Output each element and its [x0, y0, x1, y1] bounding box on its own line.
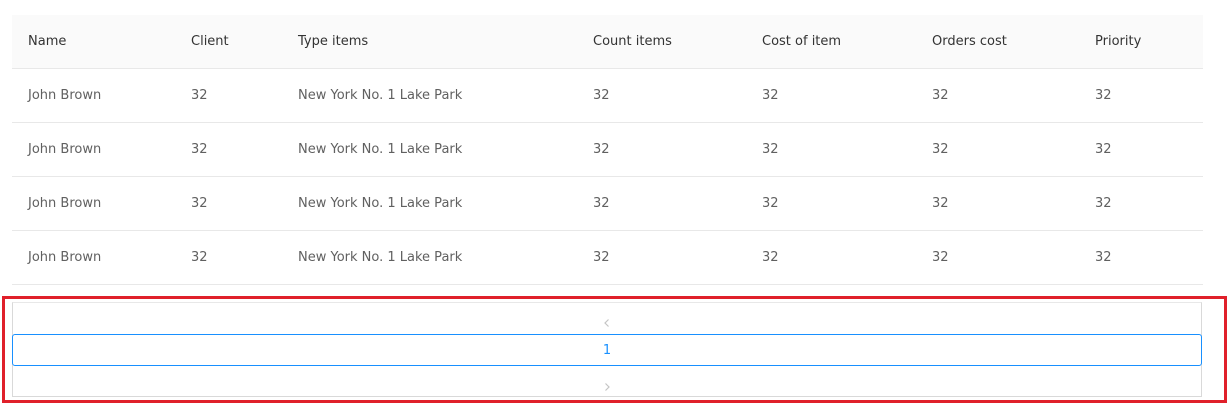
column-header-orders-cost[interactable]: Orders cost	[916, 34, 1079, 49]
column-header-priority[interactable]: Priority	[1079, 34, 1203, 49]
column-header-cost-of-item[interactable]: Cost of item	[746, 34, 916, 49]
column-header-client[interactable]: Client	[175, 34, 282, 49]
column-header-count-items[interactable]: Count items	[577, 34, 746, 49]
chevron-left-icon	[602, 313, 612, 327]
cell-orders-cost: 32	[932, 88, 949, 103]
cell-client: 32	[191, 196, 208, 211]
page-size-select-edge[interactable]	[29, 396, 123, 401]
cell-type-items: New York No. 1 Lake Park	[298, 142, 463, 157]
pagination: 1	[12, 302, 1202, 397]
cell-priority: 32	[1095, 88, 1112, 103]
cell-cost-of-item: 32	[762, 88, 779, 103]
prev-page-button[interactable]	[13, 303, 1201, 333]
cell-priority: 32	[1095, 196, 1112, 211]
cell-count-items: 32	[593, 250, 610, 265]
page-item-current[interactable]: 1	[12, 334, 1202, 366]
chevron-right-icon	[602, 377, 612, 391]
cell-count-items: 32	[593, 142, 610, 157]
orders-table: Name Client Type items Count items Cost …	[12, 15, 1203, 285]
cell-orders-cost: 32	[932, 142, 949, 157]
cell-cost-of-item: 32	[762, 250, 779, 265]
cell-client: 32	[191, 142, 208, 157]
table-row[interactable]: John Brown 32 New York No. 1 Lake Park 3…	[12, 231, 1203, 285]
table-row[interactable]: John Brown 32 New York No. 1 Lake Park 3…	[12, 177, 1203, 231]
cell-name: John Brown	[28, 142, 102, 157]
column-header-type-items[interactable]: Type items	[282, 34, 577, 49]
cell-priority: 32	[1095, 142, 1112, 157]
cell-client: 32	[191, 250, 208, 265]
cell-priority: 32	[1095, 250, 1112, 265]
cell-count-items: 32	[593, 196, 610, 211]
table-row[interactable]: John Brown 32 New York No. 1 Lake Park 3…	[12, 69, 1203, 123]
next-page-button[interactable]	[13, 367, 1201, 397]
column-header-name[interactable]: Name	[12, 34, 175, 49]
cell-orders-cost: 32	[932, 250, 949, 265]
cell-type-items: New York No. 1 Lake Park	[298, 88, 463, 103]
cell-type-items: New York No. 1 Lake Park	[298, 250, 463, 265]
cell-name: John Brown	[28, 196, 102, 211]
cell-client: 32	[191, 88, 208, 103]
cell-count-items: 32	[593, 88, 610, 103]
cell-type-items: New York No. 1 Lake Park	[298, 196, 463, 211]
cell-name: John Brown	[28, 250, 102, 265]
cell-cost-of-item: 32	[762, 196, 779, 211]
cell-cost-of-item: 32	[762, 142, 779, 157]
table-header: Name Client Type items Count items Cost …	[12, 15, 1203, 69]
cell-name: John Brown	[28, 88, 102, 103]
table-row[interactable]: John Brown 32 New York No. 1 Lake Park 3…	[12, 123, 1203, 177]
page: Name Client Type items Count items Cost …	[0, 0, 1232, 406]
cell-orders-cost: 32	[932, 196, 949, 211]
